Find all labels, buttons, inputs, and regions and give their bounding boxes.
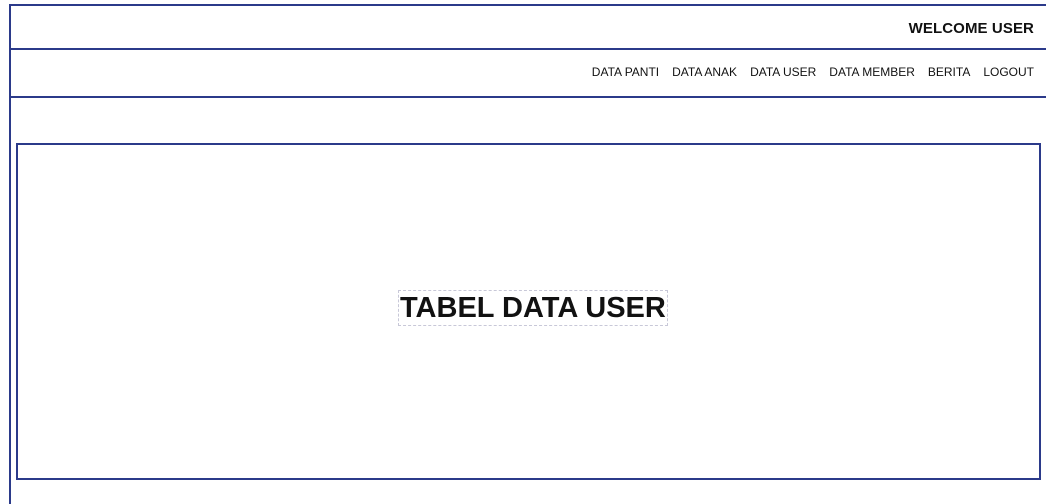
table-title: TABEL DATA USER (398, 290, 668, 326)
user-table-panel: TABEL DATA USER (16, 143, 1041, 480)
nav-item-data-member[interactable]: DATA MEMBER (829, 65, 915, 79)
nav-menu: DATA PANTI DATA ANAK DATA USER DATA MEMB… (592, 65, 1034, 79)
welcome-text: WELCOME USER (908, 20, 1034, 37)
nav-item-logout[interactable]: LOGOUT (983, 65, 1034, 79)
navigation-bar: DATA PANTI DATA ANAK DATA USER DATA MEMB… (9, 50, 1046, 98)
nav-item-berita[interactable]: BERITA (928, 65, 970, 79)
header-bar: WELCOME USER (9, 4, 1046, 50)
nav-item-data-panti[interactable]: DATA PANTI (592, 65, 659, 79)
nav-item-data-anak[interactable]: DATA ANAK (672, 65, 737, 79)
nav-item-data-user[interactable]: DATA USER (750, 65, 816, 79)
